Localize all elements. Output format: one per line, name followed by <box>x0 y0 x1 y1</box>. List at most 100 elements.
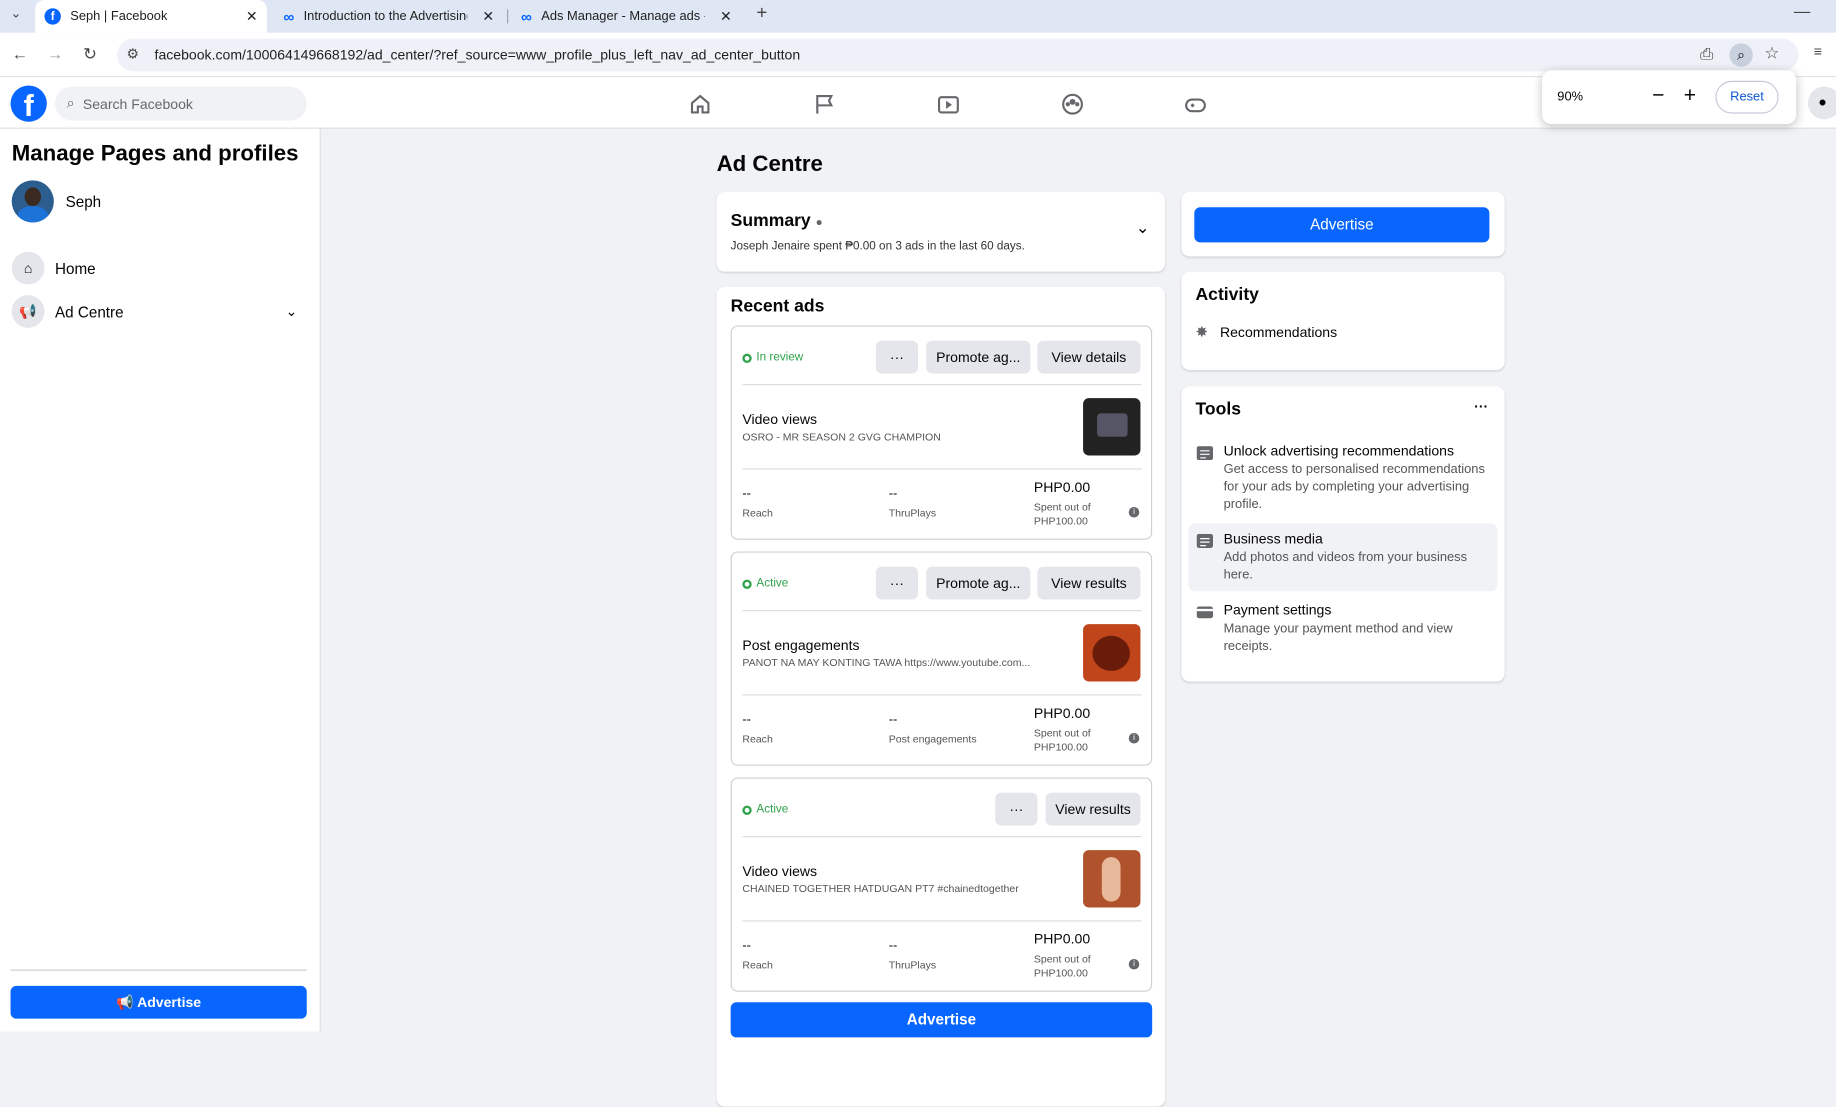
search-placeholder: Search Facebook <box>82 95 193 112</box>
notifications-bell-icon[interactable]: ● <box>1807 86 1836 120</box>
info-icon[interactable]: i <box>1128 506 1140 518</box>
spent-label: Spent out of <box>1033 501 1091 513</box>
ad-card[interactable]: Active ··· Promote ag... View results Po… <box>730 551 1153 766</box>
status-badge: Active <box>756 577 789 591</box>
zoom-in-button[interactable]: + <box>1684 83 1696 108</box>
ad-objective: Post engagements <box>742 636 860 654</box>
groups-icon[interactable] <box>1060 91 1086 117</box>
tab-advertising-intro[interactable]: ∞ Introduction to the Advertising ✕ <box>274 0 503 33</box>
profile-name[interactable]: Seph <box>66 193 102 211</box>
status-dot-icon <box>742 579 752 589</box>
tab-list-icon[interactable]: ⌄ <box>11 6 22 21</box>
back-icon[interactable]: ← <box>12 44 28 63</box>
zoom-icon[interactable]: ⌕ <box>1729 43 1753 67</box>
reading-list-icon[interactable]: ≡ <box>1814 43 1822 59</box>
sidebar-item-label: Ad Centre <box>55 302 124 321</box>
divider <box>742 468 1142 470</box>
close-tab-icon[interactable]: ✕ <box>720 8 732 24</box>
tool-payment-settings[interactable]: Payment settings Manage your payment met… <box>1188 595 1497 663</box>
close-tab-icon[interactable]: ✕ <box>482 8 494 24</box>
home-icon: ⌂ <box>11 251 45 285</box>
view-results-button[interactable]: View results <box>1037 566 1141 600</box>
result-label: ThruPlays <box>888 958 937 971</box>
install-app-icon[interactable]: ⎙ <box>1700 44 1713 64</box>
site-info-icon[interactable]: ⚙ <box>126 46 139 62</box>
ad-name: OSRO - MR SEASON 2 GVG CHAMPION <box>742 430 941 443</box>
search-input[interactable]: ⌕ Search Facebook <box>55 86 307 121</box>
amount-spent: PHP0.00 <box>1033 478 1091 496</box>
advertise-button[interactable]: Advertise <box>1194 207 1490 243</box>
info-icon[interactable]: i <box>1128 958 1140 970</box>
button-label: Advertise <box>137 994 202 1011</box>
close-tab-icon[interactable]: ✕ <box>246 8 258 24</box>
avatar[interactable] <box>11 180 54 223</box>
budget: PHP100.00 <box>1033 741 1088 753</box>
result-value: -- <box>888 713 898 728</box>
more-options-button[interactable]: ··· <box>1474 398 1488 414</box>
view-results-button[interactable]: View results <box>1045 792 1141 826</box>
divider <box>742 920 1142 922</box>
divider <box>742 836 1142 838</box>
facebook-favicon-icon: f <box>44 8 61 25</box>
forward-icon[interactable]: → <box>47 44 63 63</box>
url-text[interactable]: facebook.com/100064149668192/ad_center/?… <box>155 47 801 63</box>
info-icon[interactable]: i <box>1128 732 1140 744</box>
chevron-down-icon[interactable]: ⌄ <box>1136 218 1150 238</box>
sidebar-item-home[interactable]: ⌂ Home <box>11 249 309 286</box>
budget: PHP100.00 <box>1033 967 1088 979</box>
tool-unlock-recommendations[interactable]: Unlock advertising recommendations Get a… <box>1188 436 1497 521</box>
ad-thumbnail <box>1083 850 1141 908</box>
tab-title: Seph | Facebook <box>70 9 168 24</box>
bookmark-star-icon[interactable]: ☆ <box>1765 43 1780 63</box>
status-dot-icon <box>742 353 752 363</box>
left-sidebar: Manage Pages and profiles Seph ⌂ Home 📢 … <box>0 128 321 1032</box>
view-details-button[interactable]: View details <box>1037 340 1141 374</box>
page-title: Ad Centre <box>716 152 823 177</box>
credit-card-icon <box>1196 606 1214 619</box>
promote-again-button[interactable]: Promote ag... <box>926 566 1031 600</box>
status-badge: In review <box>756 351 804 365</box>
reach-label: Reach <box>742 732 773 745</box>
chevron-down-icon[interactable]: ⌄ <box>286 303 298 319</box>
home-icon[interactable] <box>687 91 713 117</box>
zoom-out-button[interactable]: − <box>1652 83 1664 108</box>
minimize-icon[interactable]: — <box>1794 1 1810 20</box>
recommendations-link[interactable]: ✸ Recommendations <box>1195 323 1337 342</box>
reach-value: -- <box>742 939 751 954</box>
flag-icon[interactable] <box>811 91 837 117</box>
promote-again-button[interactable]: Promote ag... <box>926 340 1031 374</box>
meta-favicon-icon: ∞ <box>283 7 295 26</box>
amount-spent: PHP0.00 <box>1033 930 1091 948</box>
tool-title: Business media <box>1223 530 1323 547</box>
tool-business-media[interactable]: Business media Add photos and videos fro… <box>1188 523 1498 592</box>
ad-card[interactable]: In review ··· Promote ag... View details… <box>730 325 1153 540</box>
result-label: Post engagements <box>888 732 977 745</box>
summary-card[interactable]: Summary ● Joseph Jenaire spent ₱0.00 on … <box>716 192 1166 272</box>
facebook-logo-icon[interactable]: f <box>10 85 47 123</box>
sidebar-advertise-button[interactable]: 📢 Advertise <box>10 985 307 1019</box>
tab-facebook[interactable]: f Seph | Facebook ✕ <box>35 0 267 33</box>
status-dot-icon <box>742 804 752 815</box>
ad-card[interactable]: Active ··· View results Video views CHAI… <box>730 777 1153 992</box>
video-icon[interactable] <box>936 91 962 117</box>
advertise-button[interactable]: Advertise <box>730 1002 1153 1038</box>
zoom-reset-button[interactable]: Reset <box>1715 80 1779 114</box>
new-tab-icon[interactable]: + <box>756 4 767 25</box>
budget: PHP100.00 <box>1033 515 1088 527</box>
ad-name: PANOT NA MAY KONTING TAWA https://www.yo… <box>742 656 1031 669</box>
more-options-button[interactable]: ··· <box>875 566 918 600</box>
more-options-button[interactable]: ··· <box>995 792 1038 826</box>
tool-title: Payment settings <box>1223 601 1332 619</box>
result-value: -- <box>888 939 898 954</box>
sidebar-item-ad-centre[interactable]: 📢 Ad Centre ⌄ <box>11 293 309 330</box>
recent-ads-title: Recent ads <box>730 296 825 317</box>
megaphone-icon: 📢 <box>11 295 45 328</box>
tab-separator <box>506 9 509 24</box>
summary-text: Joseph Jenaire spent ₱0.00 on 3 ads in t… <box>730 240 1025 253</box>
spent-label: Spent out of <box>1033 727 1091 739</box>
reload-icon[interactable]: ↻ <box>83 44 97 64</box>
tab-ads-manager[interactable]: ∞ Ads Manager - Manage ads - A ✕ <box>512 0 741 33</box>
more-options-button[interactable]: ··· <box>875 340 918 374</box>
tab-title: Introduction to the Advertising <box>303 9 468 24</box>
gaming-icon[interactable] <box>1183 91 1209 117</box>
